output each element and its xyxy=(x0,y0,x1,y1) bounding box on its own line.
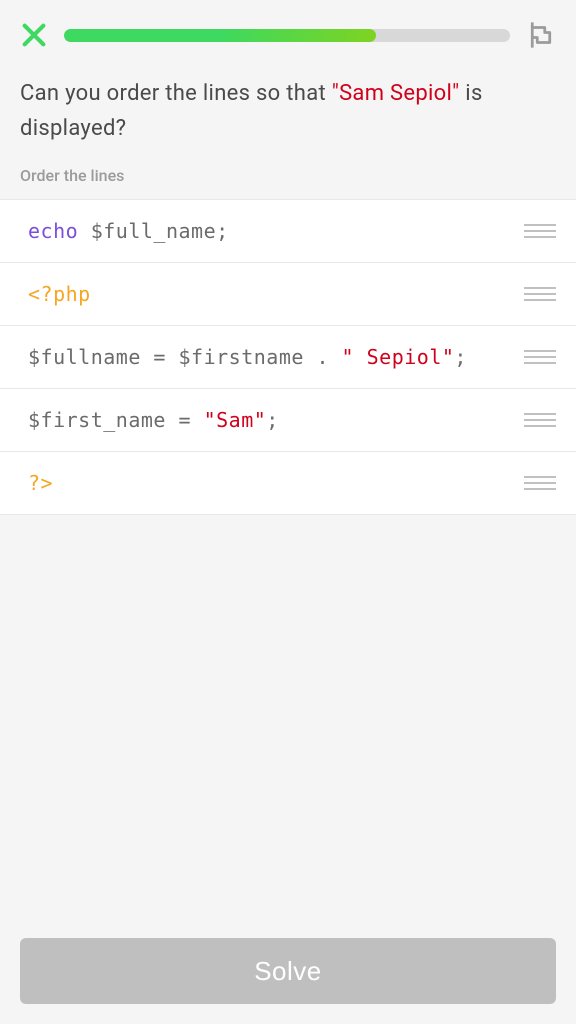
header xyxy=(0,0,576,66)
footer: Solve xyxy=(0,920,576,1024)
drag-handle-icon[interactable] xyxy=(524,350,556,364)
report-icon[interactable] xyxy=(526,20,556,50)
code-content: echo $full_name; xyxy=(28,216,512,246)
instruction-label: Order the lines xyxy=(0,166,576,199)
code-content: $fullname = $firstname . " Sepiol"; xyxy=(28,342,512,372)
question-text: Can you order the lines so that "Sam Sep… xyxy=(0,66,576,166)
code-content: $first_name = "Sam"; xyxy=(28,405,512,435)
code-list: echo $full_name; <?php $fullname = $first… xyxy=(0,199,576,515)
question-highlight: "Sam Sepiol" xyxy=(332,81,460,106)
drag-handle-icon[interactable] xyxy=(524,413,556,427)
code-row[interactable]: $first_name = "Sam"; xyxy=(0,389,576,452)
code-content: <?php xyxy=(28,279,512,309)
code-row[interactable]: ?> xyxy=(0,452,576,515)
code-row[interactable]: <?php xyxy=(0,263,576,326)
progress-fill xyxy=(64,29,376,42)
code-content: ?> xyxy=(28,468,512,498)
drag-handle-icon[interactable] xyxy=(524,224,556,238)
close-icon[interactable] xyxy=(20,21,48,49)
solve-button[interactable]: Solve xyxy=(20,938,556,1004)
question-prefix: Can you order the lines so that xyxy=(20,81,332,106)
drag-handle-icon[interactable] xyxy=(524,287,556,301)
progress-bar xyxy=(64,29,510,42)
code-row[interactable]: $fullname = $firstname . " Sepiol"; xyxy=(0,326,576,389)
code-row[interactable]: echo $full_name; xyxy=(0,199,576,263)
drag-handle-icon[interactable] xyxy=(524,476,556,490)
